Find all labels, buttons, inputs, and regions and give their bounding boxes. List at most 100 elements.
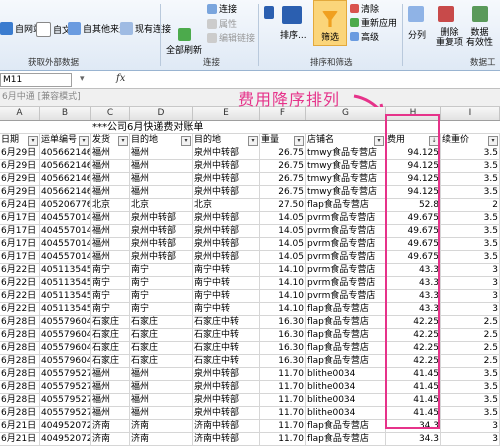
header-cell[interactable]: 目的地 ▾ bbox=[193, 134, 260, 147]
table-cell[interactable]: 福州 bbox=[91, 212, 130, 225]
table-cell[interactable]: 2 bbox=[441, 199, 500, 212]
table-cell[interactable]: 泉州中转部 bbox=[193, 407, 260, 420]
table-cell[interactable]: 福州 bbox=[91, 186, 130, 199]
table-cell[interactable]: 4045570140 bbox=[40, 238, 91, 251]
table-cell[interactable]: 3 bbox=[441, 433, 500, 446]
table-cell[interactable]: 石家庄中转 bbox=[193, 316, 260, 329]
sort-descending-icon[interactable]: ↓ bbox=[429, 136, 439, 146]
table-cell[interactable]: flap食品专营店 bbox=[306, 316, 386, 329]
table-cell[interactable]: 4045570140 bbox=[40, 212, 91, 225]
sort-desc-button[interactable] bbox=[282, 6, 304, 24]
table-cell[interactable]: 42.25 bbox=[386, 329, 441, 342]
filter-dropdown-icon[interactable]: ▾ bbox=[374, 136, 384, 146]
sort-button[interactable]: 排序... bbox=[280, 28, 307, 41]
table-cell[interactable]: 石家庄 bbox=[130, 316, 193, 329]
table-cell[interactable]: 14.05 bbox=[260, 212, 306, 225]
header-cell[interactable]: 日期 ▾ bbox=[0, 134, 40, 147]
table-cell[interactable]: 3.5 bbox=[441, 381, 500, 394]
table-cell[interactable]: flap食品专营店 bbox=[306, 199, 386, 212]
table-cell[interactable]: 94.125 bbox=[386, 173, 441, 186]
table-cell[interactable]: 4055796047 bbox=[40, 355, 91, 368]
table-cell[interactable]: 14.05 bbox=[260, 251, 306, 264]
table-cell[interactable]: 43.3 bbox=[386, 264, 441, 277]
table-cell[interactable]: 南宁 bbox=[130, 303, 193, 316]
table-cell[interactable]: flap食品专营店 bbox=[306, 329, 386, 342]
table-cell[interactable]: 济南 bbox=[130, 433, 193, 446]
properties-button[interactable]: 属性 bbox=[207, 17, 237, 30]
table-cell[interactable]: 泉州中转部 bbox=[193, 186, 260, 199]
table-cell[interactable]: 福州 bbox=[130, 147, 193, 160]
table-cell[interactable]: 6月29日 bbox=[0, 173, 40, 186]
table-cell[interactable]: 泉州中转部 bbox=[193, 173, 260, 186]
table-cell[interactable]: 泉州中转部 bbox=[193, 251, 260, 264]
table-cell[interactable]: 27.50 bbox=[260, 199, 306, 212]
table-cell[interactable]: 4051135456 bbox=[40, 303, 91, 316]
table-cell[interactable]: 6月22日 bbox=[0, 277, 40, 290]
table-cell[interactable]: 泉州中转部 bbox=[193, 368, 260, 381]
table-cell[interactable]: 3.5 bbox=[441, 238, 500, 251]
from-other-button[interactable]: 自其他来源 bbox=[68, 22, 128, 35]
table-cell[interactable]: 石家庄 bbox=[130, 342, 193, 355]
table-cell[interactable]: 4056621460 bbox=[40, 173, 91, 186]
table-cell[interactable]: 石家庄 bbox=[91, 342, 130, 355]
table-cell[interactable]: 94.125 bbox=[386, 186, 441, 199]
table-cell[interactable]: 泉州中转部 bbox=[193, 212, 260, 225]
table-cell[interactable]: 3.5 bbox=[441, 212, 500, 225]
column-header-d[interactable]: D bbox=[130, 107, 193, 120]
column-header-i[interactable]: I bbox=[441, 107, 500, 120]
table-cell[interactable]: 4049520722 bbox=[40, 433, 91, 446]
table-cell[interactable]: 4056621460 bbox=[40, 147, 91, 160]
table-cell[interactable]: 6月29日 bbox=[0, 160, 40, 173]
table-cell[interactable]: 4055796047 bbox=[40, 342, 91, 355]
table-cell[interactable]: 4055795271 bbox=[40, 368, 91, 381]
name-box[interactable]: M11 bbox=[0, 73, 72, 87]
table-cell[interactable]: pvrm食品专营店 bbox=[306, 225, 386, 238]
table-cell[interactable]: 4045570140 bbox=[40, 225, 91, 238]
table-cell[interactable]: 6月29日 bbox=[0, 147, 40, 160]
table-cell[interactable]: 泉州中转部 bbox=[130, 238, 193, 251]
table-cell[interactable]: 2.5 bbox=[441, 342, 500, 355]
filter-dropdown-icon[interactable]: ▾ bbox=[488, 136, 498, 146]
table-cell[interactable]: 42.25 bbox=[386, 342, 441, 355]
sort-asc-button[interactable] bbox=[264, 6, 276, 19]
table-cell[interactable]: 6月28日 bbox=[0, 329, 40, 342]
column-header-b[interactable]: B bbox=[40, 107, 91, 120]
table-cell[interactable]: 41.45 bbox=[386, 368, 441, 381]
table-cell[interactable]: flap食品专营店 bbox=[306, 342, 386, 355]
table-cell[interactable]: 南宁 bbox=[91, 290, 130, 303]
table-cell[interactable]: 北京 bbox=[130, 199, 193, 212]
table-cell[interactable]: blithe0034 bbox=[306, 407, 386, 420]
table-cell[interactable]: pvrm食品专营店 bbox=[306, 212, 386, 225]
header-cell[interactable]: 目的地 ▾ bbox=[130, 134, 193, 147]
header-cell[interactable]: 运单编号 ▾ bbox=[40, 134, 91, 147]
table-cell[interactable]: 14.10 bbox=[260, 277, 306, 290]
table-cell[interactable]: 16.30 bbox=[260, 355, 306, 368]
column-header-c[interactable]: C bbox=[91, 107, 130, 120]
table-cell[interactable]: 北京 bbox=[91, 199, 130, 212]
header-cell[interactable]: 店铺名 ▾ bbox=[306, 134, 386, 147]
table-cell[interactable]: 4056621460 bbox=[40, 160, 91, 173]
table-cell[interactable]: pvrm食品专营店 bbox=[306, 264, 386, 277]
table-cell[interactable]: 石家庄 bbox=[130, 329, 193, 342]
filter-dropdown-icon[interactable]: ▾ bbox=[181, 136, 191, 146]
table-cell[interactable]: 6月21日 bbox=[0, 420, 40, 433]
header-cell[interactable]: 续重价 ▾ bbox=[441, 134, 500, 147]
table-cell[interactable]: tmwy食品专营店 bbox=[306, 186, 386, 199]
table-cell[interactable]: 3.5 bbox=[441, 394, 500, 407]
table-cell[interactable]: 4056621460 bbox=[40, 186, 91, 199]
column-header-g[interactable]: G bbox=[306, 107, 386, 120]
table-cell[interactable]: 泉州中转部 bbox=[130, 251, 193, 264]
table-cell[interactable]: 福州 bbox=[130, 173, 193, 186]
table-cell[interactable]: 石家庄中转 bbox=[193, 342, 260, 355]
table-cell[interactable]: 石家庄 bbox=[91, 316, 130, 329]
table-cell[interactable]: 6月22日 bbox=[0, 290, 40, 303]
table-cell[interactable]: 3.5 bbox=[441, 160, 500, 173]
table-cell[interactable]: 4055796047 bbox=[40, 316, 91, 329]
table-cell[interactable]: 6月22日 bbox=[0, 264, 40, 277]
table-cell[interactable]: 3.5 bbox=[441, 173, 500, 186]
table-cell[interactable]: 南宁 bbox=[91, 277, 130, 290]
table-cell[interactable]: 石家庄 bbox=[130, 355, 193, 368]
table-cell[interactable]: 2.5 bbox=[441, 329, 500, 342]
table-cell[interactable]: 南宁 bbox=[130, 290, 193, 303]
table-cell[interactable]: 济南中转部 bbox=[193, 433, 260, 446]
